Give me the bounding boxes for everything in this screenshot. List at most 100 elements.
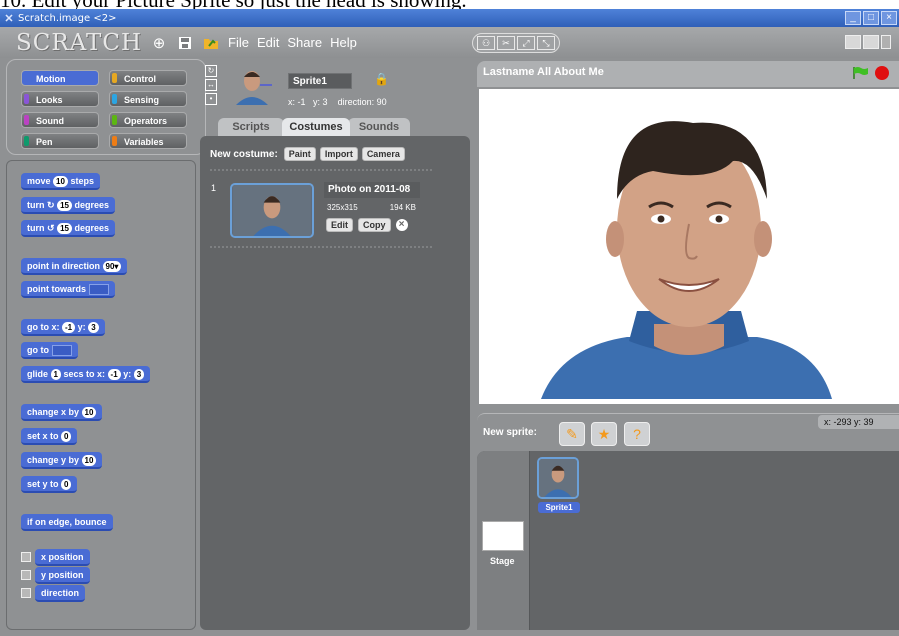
stage-selector[interactable]: Stage — [477, 451, 530, 630]
x-logo-icon: ✕ — [4, 12, 14, 25]
category-color-bar — [112, 73, 117, 83]
flip-style-icon[interactable]: ↔ — [205, 79, 217, 91]
tab-sounds[interactable]: Sounds — [348, 118, 410, 136]
y-position-checkbox[interactable] — [21, 570, 31, 580]
share-folder-icon[interactable] — [202, 34, 220, 52]
scratch-app: SCRATCH ⊕ File Edit Share Help ⚇ ✂ ⤢ ⤡ M… — [0, 27, 899, 636]
close-button[interactable]: × — [881, 11, 897, 25]
category-sensing[interactable]: Sensing — [109, 91, 187, 107]
block-dropdown[interactable] — [88, 284, 109, 296]
sprite-name-field[interactable]: Sprite1 — [288, 73, 352, 89]
project-title: Lastname All About Me — [483, 66, 604, 78]
block-go-to[interactable]: go to — [21, 342, 78, 359]
block-input[interactable]: 15 — [57, 200, 72, 211]
costume-thumbnail[interactable] — [230, 183, 314, 238]
direction-checkbox[interactable] — [21, 588, 31, 598]
category-operators[interactable]: Operators — [109, 112, 187, 128]
reporter-direction[interactable]: direction — [35, 585, 86, 602]
block-palette: move 10 steps turn ↻ 15 degrees turn ↺ 1… — [6, 160, 196, 630]
block-input[interactable]: 10 — [81, 455, 97, 466]
block-input[interactable]: 3 — [133, 369, 145, 380]
sprite-photo[interactable] — [479, 89, 899, 404]
category-color-bar — [112, 94, 117, 104]
block-input[interactable]: 10 — [53, 176, 68, 187]
block-input[interactable]: -1 — [62, 322, 76, 333]
import-button[interactable]: Import — [319, 147, 358, 161]
rotate-style-icon[interactable]: ↻ — [205, 65, 217, 77]
window-titlebar: ✕ Scratch.image <2> _ □ × — [0, 9, 899, 27]
block-turn-right[interactable]: turn ↻ 15 degrees — [21, 197, 116, 214]
delete-costume-icon[interactable]: × — [395, 219, 408, 231]
category-sound[interactable]: Sound — [21, 112, 99, 128]
stage-thumbnail[interactable] — [482, 521, 524, 551]
document-caption: 10. Edit your Picture Sprite so just the… — [0, 0, 899, 9]
sprite1-thumbnail[interactable] — [537, 457, 579, 499]
grow-tool-icon[interactable]: ⤢ — [517, 36, 535, 50]
block-input[interactable]: 3 — [88, 322, 99, 333]
new-costume-label: New costume: — [210, 148, 278, 160]
category-pen[interactable]: Pen — [21, 133, 99, 149]
small-stage-view-icon[interactable] — [845, 35, 861, 49]
menubar: SCRATCH ⊕ File Edit Share Help ⚇ ✂ ⤢ ⤡ — [0, 27, 899, 58]
category-looks[interactable]: Looks — [21, 91, 99, 107]
menu-help[interactable]: Help — [330, 35, 357, 50]
block-input[interactable]: 15 — [57, 223, 72, 234]
block-input[interactable]: 90▾ — [102, 261, 122, 272]
category-control[interactable]: Control — [109, 70, 187, 86]
block-input[interactable]: 0 — [61, 431, 72, 442]
x-position-checkbox[interactable] — [21, 552, 31, 562]
no-rotate-icon[interactable]: • — [205, 93, 217, 105]
random-sprite-icon[interactable]: ? — [624, 422, 650, 446]
block-input[interactable]: 1 — [50, 369, 61, 380]
stage-label: Stage — [490, 556, 515, 566]
block-change-y[interactable]: change y by 10 — [21, 452, 103, 469]
block-set-y[interactable]: set y to 0 — [21, 476, 78, 493]
stop-sign-icon[interactable] — [875, 66, 889, 80]
normal-stage-view-icon[interactable] — [863, 35, 879, 49]
green-flag-icon[interactable] — [853, 67, 869, 79]
choose-sprite-from-file-icon[interactable]: ★ — [591, 422, 617, 446]
menu-share[interactable]: Share — [287, 35, 322, 50]
block-glide[interactable]: glide 1 secs to x: -1 y: 3 — [21, 366, 151, 383]
block-input[interactable]: 10 — [81, 407, 97, 418]
tab-costumes[interactable]: Costumes — [282, 118, 350, 136]
minimize-button[interactable]: _ — [845, 11, 861, 25]
menu-file[interactable]: File — [228, 35, 249, 50]
block-go-to-xy[interactable]: go to x: -1 y: 3 — [21, 319, 105, 336]
maximize-button[interactable]: □ — [863, 11, 879, 25]
mouse-coordinates: x: -293 y: 39 — [818, 415, 899, 429]
sprite1-label[interactable]: Sprite1 — [538, 502, 580, 513]
paint-button[interactable]: Paint — [283, 147, 316, 161]
reporter-x-position[interactable]: x position — [35, 549, 90, 566]
lock-icon[interactable]: 🔒 — [374, 72, 389, 86]
cursor-tools: ⚇ ✂ ⤢ ⤡ — [472, 33, 560, 53]
block-input[interactable]: -1 — [107, 369, 121, 380]
menu-edit[interactable]: Edit — [257, 35, 279, 50]
camera-button[interactable]: Camera — [361, 147, 405, 161]
presentation-mode-icon[interactable] — [881, 35, 891, 49]
costume-name-field[interactable]: Photo on 2011-08 — [324, 182, 420, 198]
paint-new-sprite-icon[interactable]: ✎ — [559, 422, 585, 446]
shrink-tool-icon[interactable]: ⤡ — [537, 36, 555, 50]
tab-scripts[interactable]: Scripts — [218, 118, 284, 136]
copy-costume-button[interactable]: Copy — [358, 218, 391, 232]
category-variables[interactable]: Variables — [109, 133, 187, 149]
save-icon[interactable] — [176, 34, 194, 52]
block-turn-left[interactable]: turn ↺ 15 degrees — [21, 220, 116, 237]
block-input[interactable]: 0 — [61, 479, 72, 490]
reporter-y-position[interactable]: y position — [35, 567, 90, 584]
globe-icon[interactable]: ⊕ — [150, 34, 168, 52]
block-dropdown[interactable] — [51, 345, 72, 357]
block-point-in-direction[interactable]: point in direction 90▾ — [21, 258, 128, 275]
category-color-bar — [24, 136, 29, 146]
edit-costume-button[interactable]: Edit — [326, 218, 353, 232]
delete-tool-icon[interactable]: ✂ — [497, 36, 515, 50]
block-set-x[interactable]: set x to 0 — [21, 428, 78, 445]
block-move-steps[interactable]: move 10 steps — [21, 173, 100, 190]
stage[interactable] — [479, 89, 899, 404]
category-motion[interactable]: Motion — [21, 70, 99, 86]
block-bounce[interactable]: if on edge, bounce — [21, 514, 113, 531]
block-change-x[interactable]: change x by 10 — [21, 404, 103, 421]
duplicate-tool-icon[interactable]: ⚇ — [477, 36, 495, 50]
block-point-towards[interactable]: point towards — [21, 281, 115, 298]
